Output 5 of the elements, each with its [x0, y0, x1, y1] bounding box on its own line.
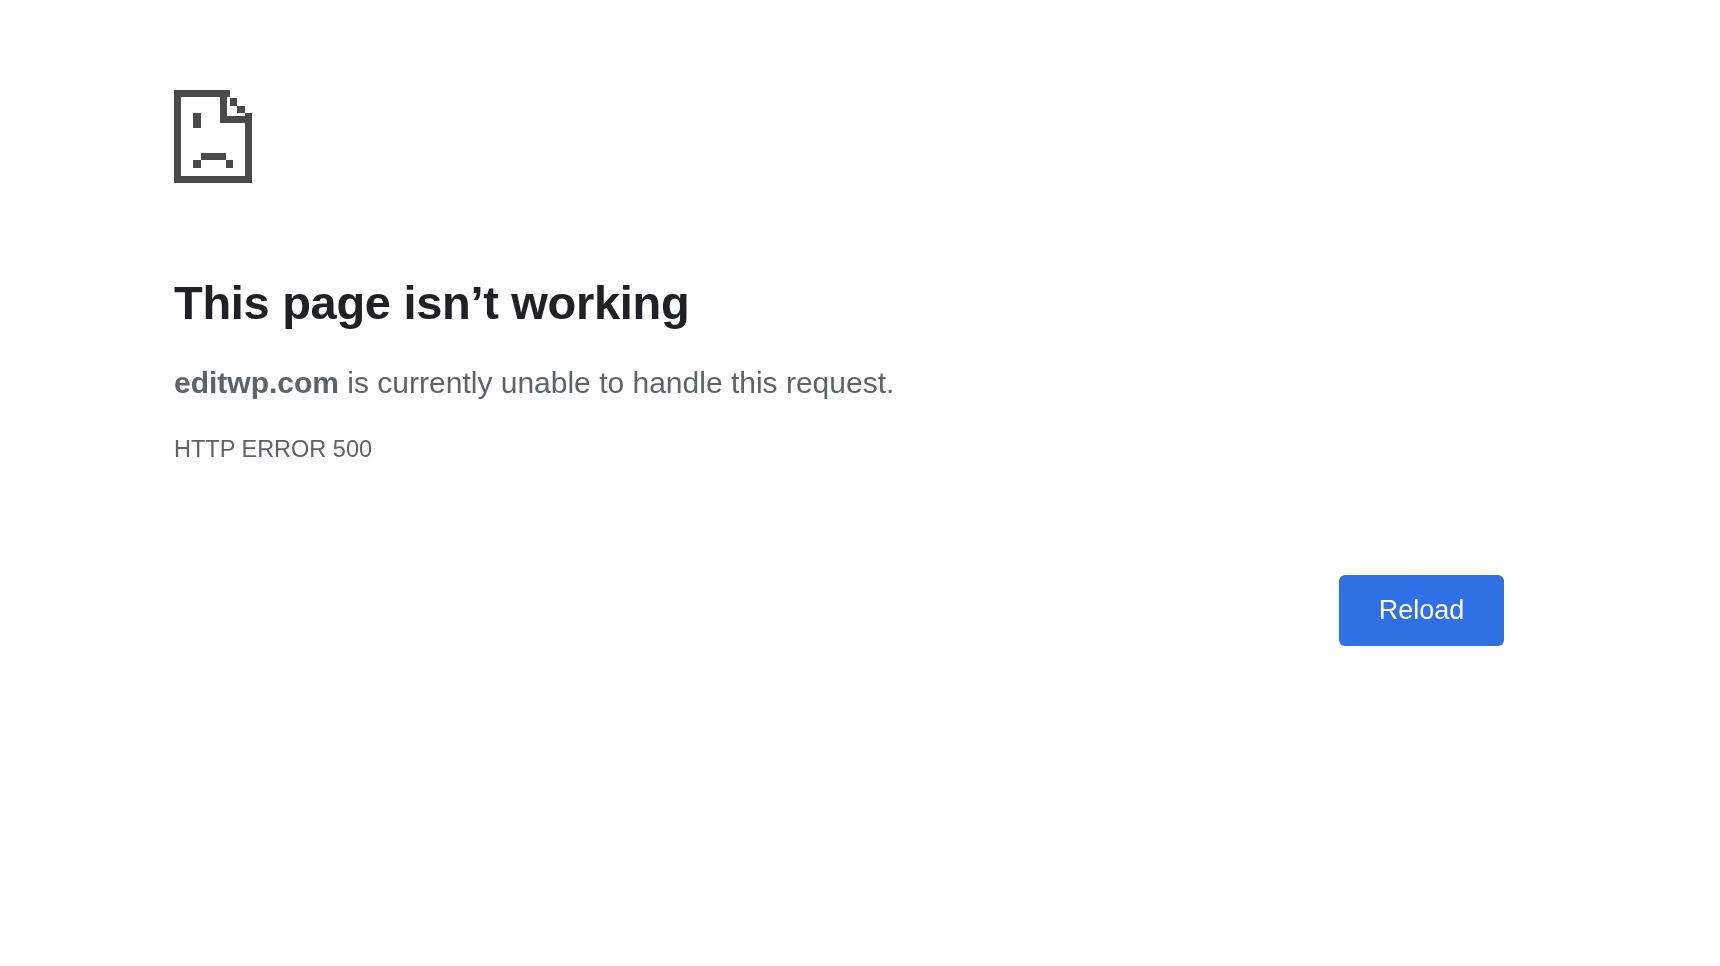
sad-document-icon [174, 90, 252, 183]
error-title: This page isn’t working [174, 275, 691, 331]
reload-button[interactable]: Reload [1339, 575, 1504, 646]
error-code: HTTP ERROR 500 [174, 435, 374, 464]
error-message: editwp.com is currently unable to handle this request. [174, 365, 896, 401]
